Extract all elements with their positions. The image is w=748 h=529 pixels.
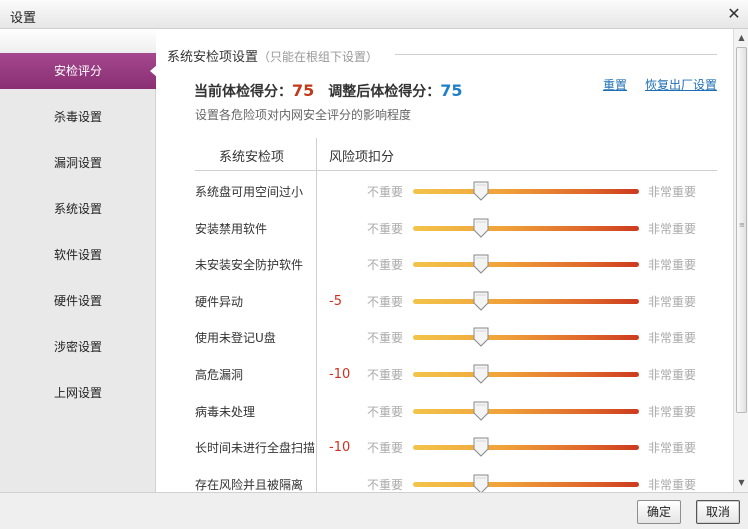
sidebar-item[interactable]: 杀毒设置 [0, 99, 156, 135]
importance-slider[interactable] [413, 218, 639, 238]
low-importance-label: 不重要 [367, 368, 404, 382]
slider-thumb[interactable] [473, 437, 489, 457]
current-score-value: 75 [292, 81, 315, 100]
sidebar-item[interactable]: 上网设置 [0, 375, 156, 411]
low-importance-label: 不重要 [367, 221, 404, 236]
penalty-value: -5 [329, 293, 342, 309]
main-panel: 系统安检项设置（只能在根组下设置） 当前体检得分：75 调整后体检得分：75 重置… [157, 29, 733, 492]
current-score-label: 当前体检得分： [194, 84, 292, 100]
slider-thumb[interactable] [473, 364, 489, 384]
high-importance-label: 非常重要 [648, 294, 697, 309]
sidebar-item[interactable]: 软件设置 [0, 237, 156, 273]
check-item-name: 硬件异动 [195, 294, 244, 309]
low-importance-label: 不重要 [367, 294, 404, 309]
high-importance-label: 非常重要 [648, 404, 697, 419]
column-header-penalty: 风险项扣分 [329, 150, 395, 165]
low-importance-label: 不重要 [367, 404, 404, 419]
check-item-name: 存在风险并且被隔离 [195, 477, 304, 492]
reset-link[interactable]: 重置 [603, 78, 627, 92]
section-title: 系统安检项设置（只能在根组下设置） [167, 50, 379, 65]
importance-slider[interactable] [413, 327, 639, 348]
sidebar-item[interactable]: 系统设置 [0, 191, 156, 227]
header-divider [195, 170, 717, 171]
table-row: 病毒未处理 不重要 非常重要 [157, 394, 733, 430]
section-hint: （只能在根组下设置） [258, 50, 379, 64]
sidebar-item[interactable]: 安检评分 [0, 53, 157, 89]
penalty-value: -10 [329, 367, 351, 382]
low-importance-label: 不重要 [367, 185, 404, 199]
adjusted-score-label: 调整后体检得分： [328, 84, 441, 100]
importance-slider[interactable] [413, 181, 639, 201]
column-header-item: 系统安检项 [219, 150, 285, 165]
check-item-name: 长时间未进行全盘扫描 [195, 441, 316, 456]
high-importance-label: 非常重要 [648, 477, 697, 492]
section-divider [395, 54, 717, 55]
adjusted-score-value: 75 [440, 81, 463, 100]
score-summary: 当前体检得分：75 调整后体检得分：75 [194, 81, 463, 101]
check-item-name: 未安装安全防护软件 [195, 258, 304, 273]
close-icon[interactable]: ✕ [724, 4, 744, 24]
importance-slider[interactable] [413, 401, 639, 421]
description: 设置各危险项对内网安全评分的影响程度 [195, 108, 412, 122]
table-row: 硬件异动 -5 不重要 非常重要 [157, 284, 733, 320]
high-importance-label: 非常重要 [648, 185, 697, 199]
check-item-name: 使用未登记U盘 [195, 331, 276, 346]
low-importance-label: 不重要 [367, 331, 404, 346]
importance-slider[interactable] [413, 474, 639, 492]
high-importance-label: 非常重要 [648, 258, 697, 273]
sidebar: 安检评分杀毒设置漏洞设置系统设置软件设置硬件设置涉密设置上网设置 [0, 29, 157, 492]
high-importance-label: 非常重要 [648, 368, 697, 382]
high-importance-label: 非常重要 [648, 441, 697, 456]
importance-slider[interactable] [413, 291, 639, 311]
table-row: 未安装安全防护软件 不重要 非常重要 [157, 247, 733, 283]
scroll-down-icon[interactable]: ▼ [735, 476, 748, 490]
slider-thumb[interactable] [473, 181, 489, 201]
grip-icon: ≡ [739, 221, 745, 229]
title-bar: 设置 ✕ [0, 0, 748, 29]
check-item-name: 高危漏洞 [195, 368, 244, 382]
scroll-thumb[interactable]: ≡ [736, 47, 747, 413]
table-row: 使用未登记U盘 不重要 非常重要 [157, 320, 733, 356]
high-importance-label: 非常重要 [648, 331, 697, 346]
check-item-name: 病毒未处理 [195, 404, 256, 419]
slider-thumb[interactable] [473, 254, 489, 274]
low-importance-label: 不重要 [367, 477, 404, 492]
scroll-up-icon[interactable]: ▲ [735, 31, 748, 45]
table-row: 系统盘可用空间过小 不重要 非常重要 [157, 174, 733, 210]
check-item-name: 系统盘可用空间过小 [195, 185, 304, 199]
table-row: 安装禁用软件 不重要 非常重要 [157, 211, 733, 247]
dialog-footer: 确定 取消 [0, 492, 748, 529]
sidebar-item[interactable]: 漏洞设置 [0, 145, 156, 181]
low-importance-label: 不重要 [367, 441, 404, 456]
slider-thumb[interactable] [473, 401, 489, 421]
cancel-button[interactable]: 取消 [696, 500, 740, 524]
penalty-value: -10 [329, 440, 351, 456]
high-importance-label: 非常重要 [648, 221, 697, 236]
slider-thumb[interactable] [473, 291, 489, 311]
low-importance-label: 不重要 [367, 258, 404, 273]
slider-thumb[interactable] [473, 218, 489, 238]
table-row: 高危漏洞 -10 不重要 非常重要 [157, 357, 733, 393]
importance-slider[interactable] [413, 437, 639, 457]
table-row: 存在风险并且被隔离 不重要 非常重要 [157, 467, 733, 492]
slider-thumb[interactable] [473, 474, 489, 492]
slider-thumb[interactable] [473, 327, 489, 348]
sidebar-item[interactable]: 涉密设置 [0, 329, 156, 365]
restore-defaults-link[interactable]: 恢复出厂设置 [645, 78, 717, 92]
sidebar-item[interactable]: 硬件设置 [0, 283, 156, 319]
importance-slider[interactable] [413, 254, 639, 274]
action-links: 重置 恢复出厂设置 [585, 76, 717, 93]
importance-slider[interactable] [413, 364, 639, 384]
ok-button[interactable]: 确定 [637, 500, 681, 524]
window-title: 设置 [10, 11, 37, 26]
table-row: 长时间未进行全盘扫描 -10 不重要 非常重要 [157, 430, 733, 466]
vertical-scrollbar[interactable]: ▲ ≡ ▼ [733, 29, 748, 492]
check-item-name: 安装禁用软件 [195, 221, 268, 236]
